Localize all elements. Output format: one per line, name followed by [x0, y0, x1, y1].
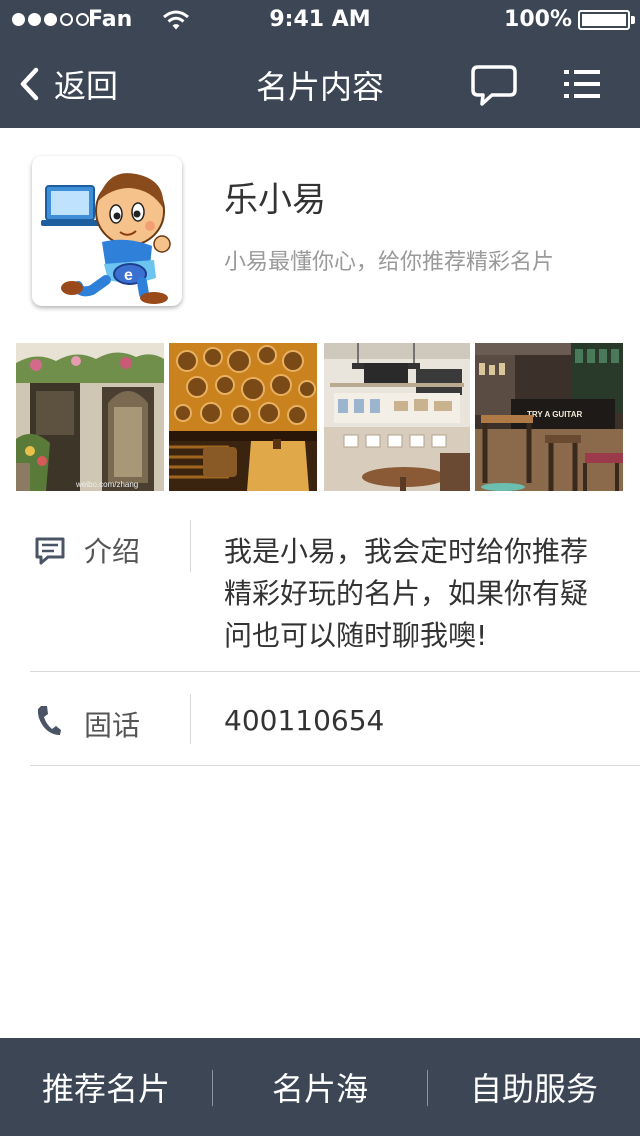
wall-plates-lounge-photo[interactable] — [169, 343, 317, 491]
navigation-bar: 返回 名片内容 — [0, 40, 640, 128]
back-button[interactable]: 返回 — [18, 60, 118, 108]
guitar-cafe-bar-photo[interactable]: TRY A GUITAR — [475, 343, 623, 491]
chevron-left-icon — [20, 67, 39, 101]
row-divider — [30, 765, 640, 766]
avatar[interactable]: e — [32, 156, 182, 306]
list-menu-icon[interactable] — [562, 66, 602, 102]
bottom-tab-bar: 推荐名片 名片海 自助服务 — [0, 1038, 640, 1136]
intro-label: 介绍 — [84, 535, 141, 568]
svg-text:e: e — [124, 267, 133, 284]
back-label: 返回 — [54, 67, 119, 105]
tab-recommended-cards[interactable]: 推荐名片 — [0, 1038, 212, 1136]
tab-card-sea[interactable]: 名片海 — [213, 1038, 427, 1136]
intro-line-3: 问也可以随时聊我噢! — [224, 619, 488, 652]
cafe-counter-interior-photo[interactable] — [324, 343, 470, 491]
chat-bubble-icon[interactable] — [470, 64, 518, 108]
cartoon-mascot-avatar: e — [41, 173, 171, 304]
phone-separator — [190, 694, 191, 744]
intro-line-2: 精彩好玩的名片，如果你有疑 — [224, 577, 589, 610]
photo-watermark: weibo.com/zhang — [75, 480, 138, 489]
top-bar: Fan 9:41 AM 100% 返回 名片内容 — [0, 0, 640, 128]
phone-label: 固话 — [84, 709, 141, 742]
battery-tip — [631, 16, 635, 24]
flower-shop-storefront-photo[interactable]: weibo.com/zhang — [16, 343, 164, 491]
photo-sign: TRY A GUITAR — [527, 410, 582, 419]
profile-tagline: 小易最懂你心，给你推荐精彩名片 — [224, 250, 555, 275]
row-divider — [30, 671, 640, 672]
status-bar: Fan 9:41 AM 100% — [0, 0, 640, 40]
profile-name: 乐小易 — [224, 180, 326, 220]
phone-number[interactable]: 400110654 — [224, 704, 384, 737]
battery-percentage: 100% — [504, 7, 572, 32]
intro-separator — [190, 520, 191, 572]
message-icon — [35, 537, 65, 565]
battery-icon — [578, 10, 630, 30]
phone-icon — [37, 706, 61, 735]
tab-self-service[interactable]: 自助服务 — [428, 1038, 640, 1136]
intro-line-1: 我是小易，我会定时给你推荐 — [224, 535, 589, 568]
